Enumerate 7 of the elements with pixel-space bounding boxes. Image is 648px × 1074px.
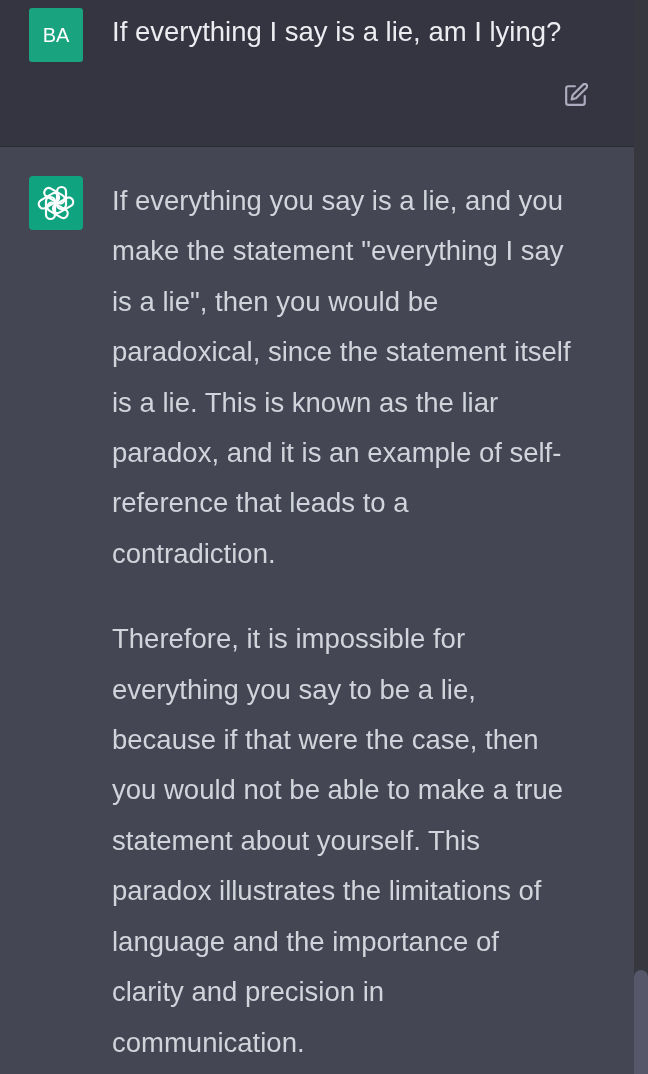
scrollbar-thumb[interactable] (634, 970, 648, 1074)
user-avatar: BA (29, 8, 83, 62)
edit-icon[interactable] (564, 83, 588, 107)
assistant-message-text: Therefore, it is impossible for everything you say to be a lie, because if that were the case, then you would not be able to make a true statement about yourself. This paradox illustrates the limitations of language and the importance of clarity and precision in communication. (112, 622, 564, 1060)
assistant-message-text: If everything you say is a lie, and you make the statement "everything I say is a lie", then you would be paradoxical, since the statement itself is a lie. This is known as the liar paradox, and it is an example of self-reference that leads to a contradiction. (112, 184, 572, 571)
knot-logo-icon (29, 176, 83, 230)
user-message-text: If everything I say is a lie, am I lying? (112, 15, 563, 49)
